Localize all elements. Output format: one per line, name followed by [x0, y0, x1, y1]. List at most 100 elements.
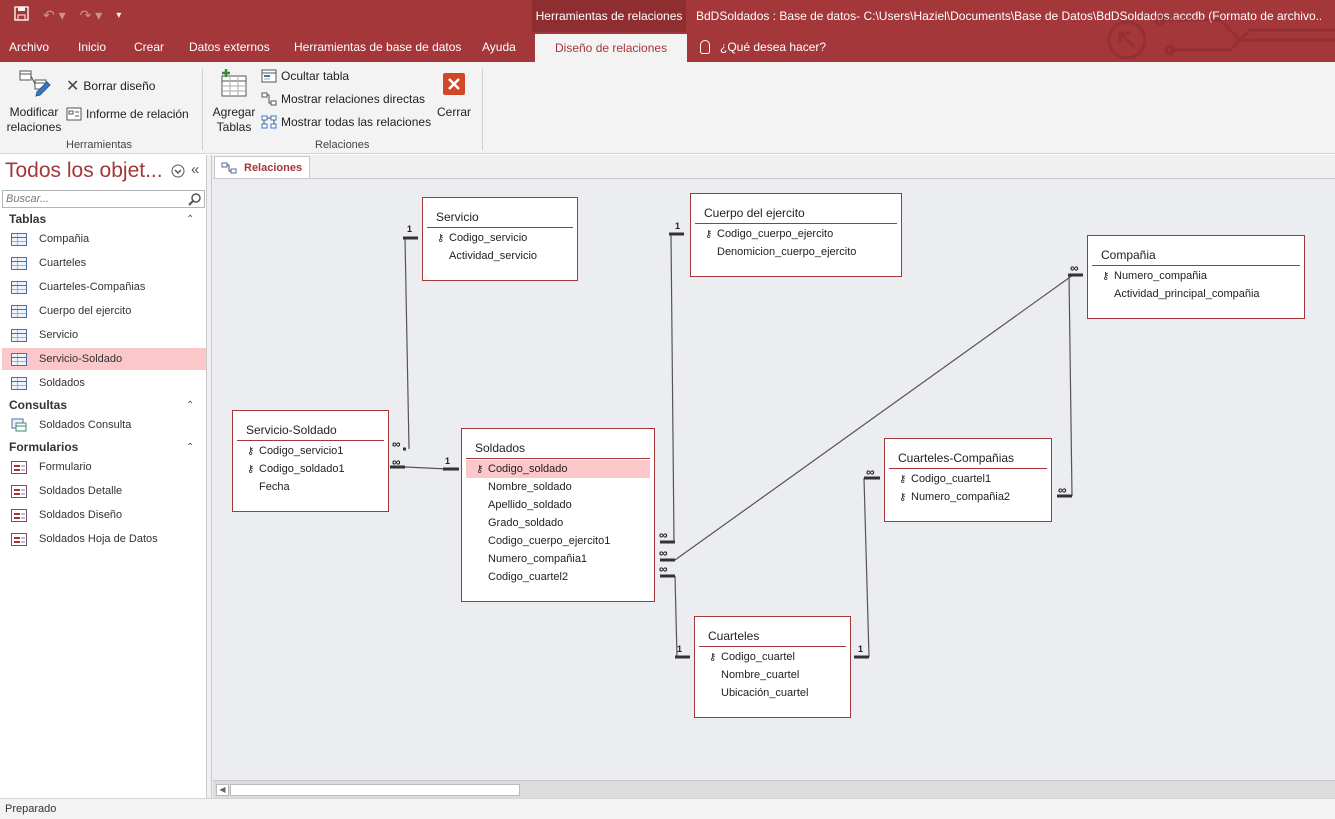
field-row[interactable]: ⚷ Codigo_servicio: [427, 229, 573, 247]
table-icon: [11, 352, 27, 366]
hide-table-icon: [261, 69, 277, 83]
tab-datos-externos[interactable]: Datos externos: [189, 32, 270, 62]
form-icon: [11, 484, 27, 498]
field-row[interactable]: ⚷ Codigo_servicio1: [237, 442, 384, 460]
relationship-report-button[interactable]: Informe de relación: [66, 107, 189, 121]
field-row[interactable]: Actividad_principal_compañia: [1092, 285, 1300, 303]
table-icon: [11, 328, 27, 342]
quick-access-toolbar: ↶ ▾ ↷ ▾ ▾: [14, 6, 121, 24]
cardinality-one-label: 1: [445, 456, 451, 466]
table-box-servicio[interactable]: Servicio ⚷ Codigo_servicio Actividad_serv…: [422, 197, 578, 281]
search-icon[interactable]: [188, 192, 202, 206]
field-row[interactable]: ⚷ Codigo_cuartel1: [889, 470, 1047, 488]
primary-key-icon: ⚷: [705, 228, 713, 240]
nav-section-queries[interactable]: Consultas: [9, 398, 67, 412]
nav-item-form[interactable]: Formulario: [2, 456, 206, 478]
nav-item-table-selected[interactable]: Servicio-Soldado: [2, 348, 206, 370]
field-row[interactable]: Denomicion_cuerpo_ejercito: [695, 243, 897, 261]
nav-menu-dropdown-icon[interactable]: [171, 164, 185, 181]
ribbon: Modificar relaciones ✕ Borrar diseño Inf…: [0, 62, 1335, 154]
tab-inicio[interactable]: Inicio: [78, 32, 106, 62]
group-separator: [482, 68, 483, 150]
field-row-selected[interactable]: ⚷ Codigo_soldado: [466, 460, 650, 478]
primary-key-icon: ⚷: [1102, 270, 1110, 282]
table-icon: [11, 256, 27, 270]
scrollbar-thumb[interactable]: [230, 784, 520, 796]
nav-item-table[interactable]: Compañia: [2, 228, 206, 250]
tab-ayuda[interactable]: Ayuda: [482, 32, 516, 62]
table-box-soldados[interactable]: Soldados ⚷ Codigo_soldado Nombre_soldado …: [461, 428, 655, 602]
table-icon: [11, 232, 27, 246]
all-relationships-button[interactable]: Mostrar todas las relaciones: [261, 115, 431, 129]
tab-herramientas-bd[interactable]: Herramientas de base de datos: [294, 32, 461, 62]
form-icon: [11, 532, 27, 546]
nav-pane-title[interactable]: Todos los objet...: [5, 159, 163, 183]
nav-section-forms[interactable]: Formularios: [9, 440, 78, 454]
close-button[interactable]: Cerrar: [436, 72, 472, 120]
redo-icon[interactable]: ↷ ▾: [80, 7, 103, 24]
nav-item-form[interactable]: Soldados Hoja de Datos: [2, 528, 206, 550]
tab-diseno-relaciones[interactable]: Diseño de relaciones: [535, 34, 688, 62]
field-row[interactable]: Ubicación_cuartel: [699, 684, 846, 702]
direct-relationships-button[interactable]: Mostrar relaciones directas: [261, 92, 425, 106]
field-row[interactable]: Nombre_soldado: [466, 478, 650, 496]
modify-relationships-button[interactable]: Modificar relaciones: [6, 68, 62, 135]
field-row[interactable]: Apellido_soldado: [466, 496, 650, 514]
navigation-pane: Todos los objet... « Tablas ⌃ Compañia C…: [0, 155, 207, 798]
search-input[interactable]: [3, 191, 183, 207]
group-separator: [202, 68, 203, 150]
field-row[interactable]: Nombre_cuartel: [699, 666, 846, 684]
nav-item-table[interactable]: Soldados: [2, 372, 206, 394]
field-row[interactable]: Fecha: [237, 478, 384, 496]
table-box-servicio-soldado[interactable]: Servicio-Soldado ⚷ Codigo_servicio1 ⚷ Codi…: [232, 410, 389, 512]
nav-item-table[interactable]: Cuarteles: [2, 252, 206, 274]
nav-item-table[interactable]: Cuarteles-Compañias: [2, 276, 206, 298]
primary-key-icon: ⚷: [437, 232, 445, 244]
add-tables-button[interactable]: Agregar Tablas: [210, 68, 258, 135]
tell-me-box[interactable]: ¿Qué desea hacer?: [700, 32, 826, 62]
field-row[interactable]: Codigo_cuartel2: [466, 568, 650, 586]
collapse-section-icon[interactable]: ⌃: [186, 214, 194, 225]
nav-item-form[interactable]: Soldados Detalle: [2, 480, 206, 502]
scroll-left-arrow-icon[interactable]: ◀: [216, 784, 229, 796]
field-row[interactable]: ⚷ Numero_compañia: [1092, 267, 1300, 285]
customize-qat-icon[interactable]: ▾: [116, 10, 121, 21]
collapse-section-icon[interactable]: ⌃: [186, 442, 194, 453]
relationship-line: [670, 233, 675, 543]
field-row[interactable]: ⚷ Codigo_cuerpo_ejercito: [695, 225, 897, 243]
field-row[interactable]: ⚷ Codigo_cuartel: [699, 648, 846, 666]
cardinality-many-label: ∞: [1058, 483, 1067, 497]
table-box-cuarteles[interactable]: Cuarteles ⚷ Codigo_cuartel Nombre_cuartel…: [694, 616, 851, 718]
undo-icon[interactable]: ↶ ▾: [43, 7, 66, 24]
table-icon: [11, 280, 27, 294]
table-box-cuerpo-ejercito[interactable]: Cuerpo del ejercito ⚷ Codigo_cuerpo_ejerc…: [690, 193, 902, 277]
field-row[interactable]: Grado_soldado: [466, 514, 650, 532]
field-row[interactable]: ⚷ Numero_compañia2: [889, 488, 1047, 506]
relationships-icon: [221, 162, 237, 174]
nav-item-query[interactable]: Soldados Consulta: [2, 414, 206, 436]
tab-archivo[interactable]: Archivo: [9, 32, 49, 62]
field-row[interactable]: Numero_compañia1: [466, 550, 650, 568]
clear-layout-button[interactable]: ✕ Borrar diseño: [66, 76, 155, 96]
nav-section-tables[interactable]: Tablas: [9, 212, 46, 226]
table-box-cuarteles-companias[interactable]: Cuarteles-Compañias ⚷ Codigo_cuartel1 ⚷ Nu…: [884, 438, 1052, 522]
table-box-compania[interactable]: Compañia ⚷ Numero_compañia Actividad_prin…: [1087, 235, 1305, 319]
field-row[interactable]: Codigo_cuerpo_ejercito1: [466, 532, 650, 550]
tab-crear[interactable]: Crear: [134, 32, 164, 62]
cardinality-many-label: ∞: [392, 455, 401, 469]
relationships-canvas[interactable]: 1 ∞ 1 ∞ ∞ ∞ ∞ 1 ∞ 1 ∞ 1 ∞ Servicio ⚷ Codi…: [213, 178, 1335, 780]
horizontal-scrollbar[interactable]: ◀: [213, 780, 1335, 798]
field-row[interactable]: ⚷ Codigo_soldado1: [237, 460, 384, 478]
collapse-section-icon[interactable]: ⌃: [186, 400, 194, 411]
nav-item-table[interactable]: Servicio: [2, 324, 206, 346]
hide-table-button[interactable]: Ocultar tabla: [261, 69, 349, 83]
nav-item-form[interactable]: Soldados Diseño: [2, 504, 206, 526]
save-icon[interactable]: [14, 6, 29, 24]
tab-relaciones-document[interactable]: Relaciones: [214, 156, 310, 179]
collapse-pane-icon[interactable]: «: [191, 161, 199, 178]
close-icon: [443, 73, 465, 95]
nav-item-table[interactable]: Cuerpo del ejercito: [2, 300, 206, 322]
primary-key-icon: ⚷: [899, 491, 907, 503]
field-row[interactable]: Actividad_servicio: [427, 247, 573, 265]
primary-key-icon: ⚷: [709, 651, 717, 663]
